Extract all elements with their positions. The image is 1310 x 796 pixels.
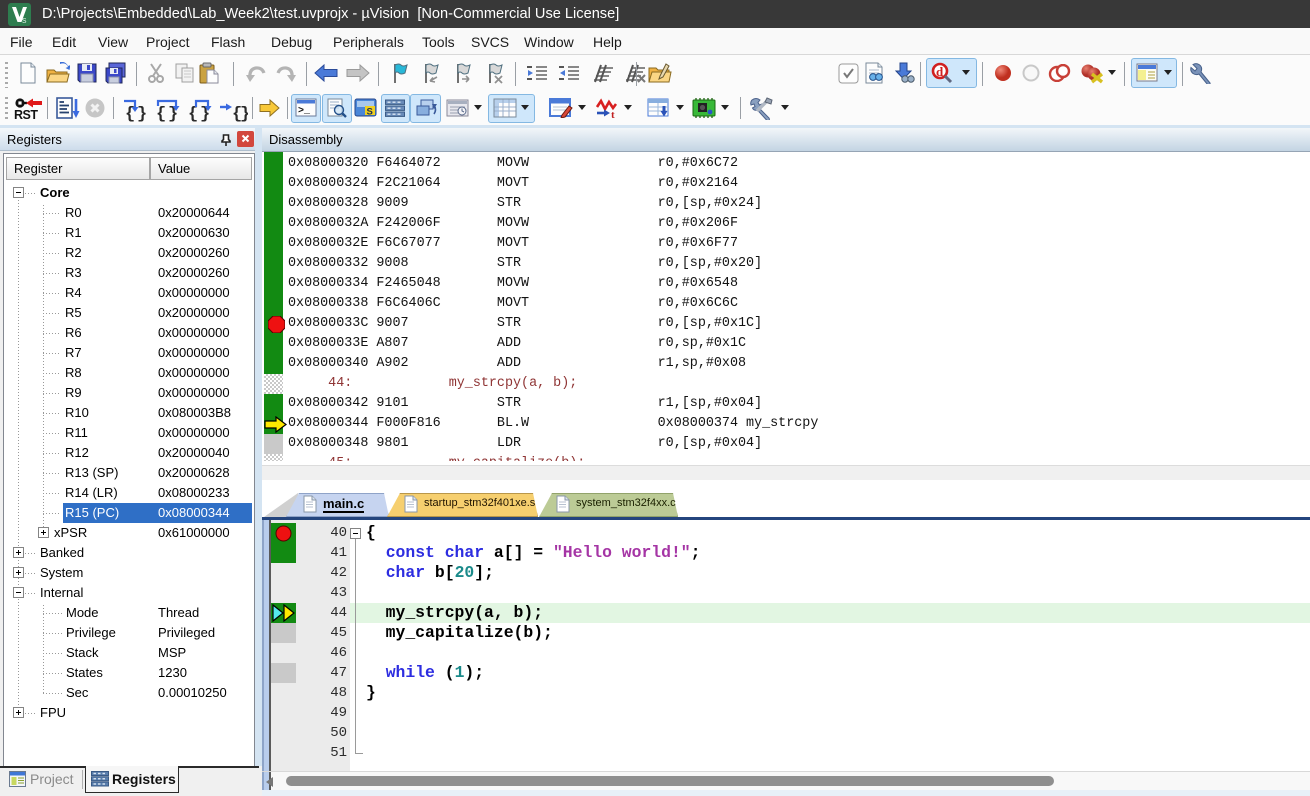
svg-text:s: s: [22, 15, 27, 25]
